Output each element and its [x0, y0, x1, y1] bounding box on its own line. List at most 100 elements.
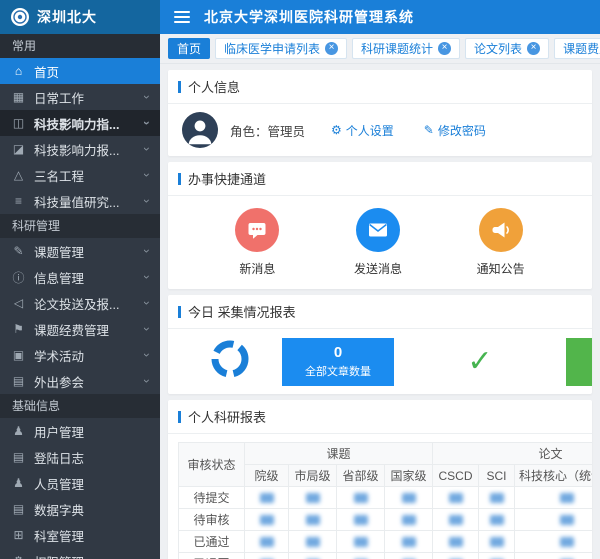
- table-row: 待提交: [179, 487, 593, 509]
- accent-bar: [178, 173, 181, 185]
- tab-paper-list[interactable]: 论文列表 ×: [465, 38, 549, 59]
- sidebar-item-label: 外出参会: [34, 372, 137, 391]
- blurred-value: [354, 493, 368, 503]
- menu-toggle-button[interactable]: [160, 0, 204, 34]
- chevron-down-icon: ›: [140, 121, 154, 125]
- sidebar-item-daily-work[interactable]: ▦ 日常工作 ›: [0, 84, 160, 110]
- sidebar-item-outgoing-meeting[interactable]: ▤ 外出参会 ›: [0, 368, 160, 394]
- change-password-link[interactable]: ✎ 修改密码: [424, 122, 486, 139]
- main-area: 首页 临床医学申请列表 × 科研课题统计 × 论文列表 × 课题费用报表 ×: [160, 34, 600, 559]
- column-header-status: 审核状态: [179, 443, 245, 487]
- shortcut-label: 新消息: [239, 260, 275, 277]
- calendar-icon: ▦: [11, 90, 26, 104]
- shortcut-label: 发送消息: [354, 260, 402, 277]
- close-icon[interactable]: ×: [438, 42, 451, 55]
- hospital-logo-icon: [10, 7, 30, 27]
- blurred-value: [260, 493, 274, 503]
- permission-icon: ⚙: [11, 554, 26, 559]
- sidebar-item-label: 科技量值研究...: [34, 192, 137, 211]
- column-header: 国家级: [385, 465, 433, 487]
- sidebar-item-login-log[interactable]: ▤ 登陆日志: [0, 444, 160, 470]
- sidebar-item-topic-funds[interactable]: ⚑ 课题经费管理 ›: [0, 316, 160, 342]
- main-layout: 常用 ⌂ 首页 ▦ 日常工作 › ◫ 科技影响力指... › ◪ 科技影响力报.…: [0, 34, 600, 559]
- link-label: 个人设置: [346, 122, 394, 139]
- blurred-value: [402, 537, 416, 547]
- research-icon: ≡: [11, 194, 26, 208]
- sidebar-item-label: 日常工作: [34, 88, 137, 107]
- notice-announcement-shortcut[interactable]: 通知公告: [477, 208, 525, 277]
- panel-header: 个人信息: [168, 70, 592, 104]
- sidebar-item-tech-influence-index[interactable]: ◫ 科技影响力指... ›: [0, 110, 160, 136]
- sidebar-item-personnel-management[interactable]: ♟ 人员管理: [0, 470, 160, 496]
- close-icon[interactable]: ×: [325, 42, 338, 55]
- sidebar-item-paper-submission[interactable]: ◁ 论文投送及报... ›: [0, 290, 160, 316]
- sidebar-item-permission-management[interactable]: ⚙ 权限管理: [0, 548, 160, 559]
- sidebar: 常用 ⌂ 首页 ▦ 日常工作 › ◫ 科技影响力指... › ◪ 科技影响力报.…: [0, 34, 160, 559]
- personal-settings-link[interactable]: ⚙ 个人设置: [331, 122, 394, 139]
- sidebar-item-label: 首页: [34, 62, 149, 81]
- panel-title: 今日 采集情况报表: [188, 302, 296, 321]
- status-cell: 待提交: [179, 487, 245, 509]
- chevron-down-icon: ›: [140, 379, 154, 383]
- close-icon[interactable]: ×: [527, 42, 540, 55]
- send-message-shortcut[interactable]: 发送消息: [354, 208, 402, 277]
- value-cell: [479, 553, 515, 559]
- tab-label: 论文列表: [474, 40, 522, 57]
- value-cell: [433, 509, 479, 531]
- sidebar-item-data-dictionary[interactable]: ▤ 数据字典: [0, 496, 160, 522]
- sidebar-item-three-programs[interactable]: △ 三名工程 ›: [0, 162, 160, 188]
- column-header: 院级: [245, 465, 289, 487]
- sidebar-item-label: 课题管理: [34, 242, 137, 261]
- link-label: 修改密码: [438, 122, 486, 139]
- dictionary-icon: ▤: [11, 502, 26, 516]
- column-header: SCI: [479, 465, 515, 487]
- sidebar-section-common: 常用: [0, 34, 160, 58]
- sidebar-item-academic-activity[interactable]: ▣ 学术活动 ›: [0, 342, 160, 368]
- column-header: 市局级: [289, 465, 337, 487]
- sidebar-item-user-management[interactable]: ♟ 用户管理: [0, 418, 160, 444]
- table-row: 待审核: [179, 509, 593, 531]
- sidebar-item-tech-influence-report[interactable]: ◪ 科技影响力报... ›: [0, 136, 160, 162]
- value-cell: [289, 487, 337, 509]
- sidebar-item-topic-management[interactable]: ✎ 课题管理 ›: [0, 238, 160, 264]
- personal-info-row: 角色：管理员 ⚙ 个人设置 ✎ 修改密码: [168, 104, 592, 156]
- info-icon: ⓘ: [11, 269, 26, 286]
- value-cell: [479, 509, 515, 531]
- tab-topic-expense-report[interactable]: 课题费用报表 ×: [554, 38, 600, 59]
- column-group-papers: 论文: [433, 443, 592, 465]
- tab-clinical-application-list[interactable]: 临床医学申请列表 ×: [215, 38, 347, 59]
- tab-label: 首页: [177, 40, 201, 57]
- panel-title: 个人信息: [188, 77, 240, 96]
- research-report-table: 审核状态 课题 论文 院级 市局级 省部级 国家级 CSCD: [178, 442, 592, 559]
- sidebar-item-department-management[interactable]: ⊞ 科室管理: [0, 522, 160, 548]
- value-cell: [515, 487, 592, 509]
- sidebar-item-label: 课题经费管理: [34, 320, 137, 339]
- sidebar-item-label: 三名工程: [34, 166, 137, 185]
- department-icon: ⊞: [11, 528, 26, 542]
- stat-label: 全部文章数量: [305, 363, 371, 379]
- sidebar-item-label: 科技影响力指...: [34, 114, 137, 133]
- value-cell: [337, 553, 385, 559]
- sidebar-section-basic: 基础信息: [0, 394, 160, 418]
- value-cell: [515, 531, 592, 553]
- mail-icon: [356, 208, 400, 252]
- sidebar-item-label: 科技影响力报...: [34, 140, 137, 159]
- panel-title: 个人科研报表: [188, 407, 266, 426]
- avatar: [182, 112, 218, 148]
- value-cell: [433, 553, 479, 559]
- app-window: 深圳北大 北京大学深圳医院科研管理系统 常用 ⌂ 首页 ▦ 日常工作 › ◫ 科…: [0, 0, 600, 559]
- tab-research-topic-stats[interactable]: 科研课题统计 ×: [352, 38, 460, 59]
- sidebar-item-info-management[interactable]: ⓘ 信息管理 ›: [0, 264, 160, 290]
- value-cell: [385, 509, 433, 531]
- value-cell: [289, 509, 337, 531]
- sidebar-item-tech-value-research[interactable]: ≡ 科技量值研究... ›: [0, 188, 160, 214]
- column-header: 省部级: [337, 465, 385, 487]
- value-cell: [385, 487, 433, 509]
- blurred-value: [449, 515, 463, 525]
- accent-bar: [178, 81, 181, 93]
- new-message-shortcut[interactable]: 新消息: [235, 208, 279, 277]
- sidebar-item-home[interactable]: ⌂ 首页: [0, 58, 160, 84]
- tab-home[interactable]: 首页: [168, 38, 210, 59]
- value-cell: [245, 553, 289, 559]
- value-cell: [433, 487, 479, 509]
